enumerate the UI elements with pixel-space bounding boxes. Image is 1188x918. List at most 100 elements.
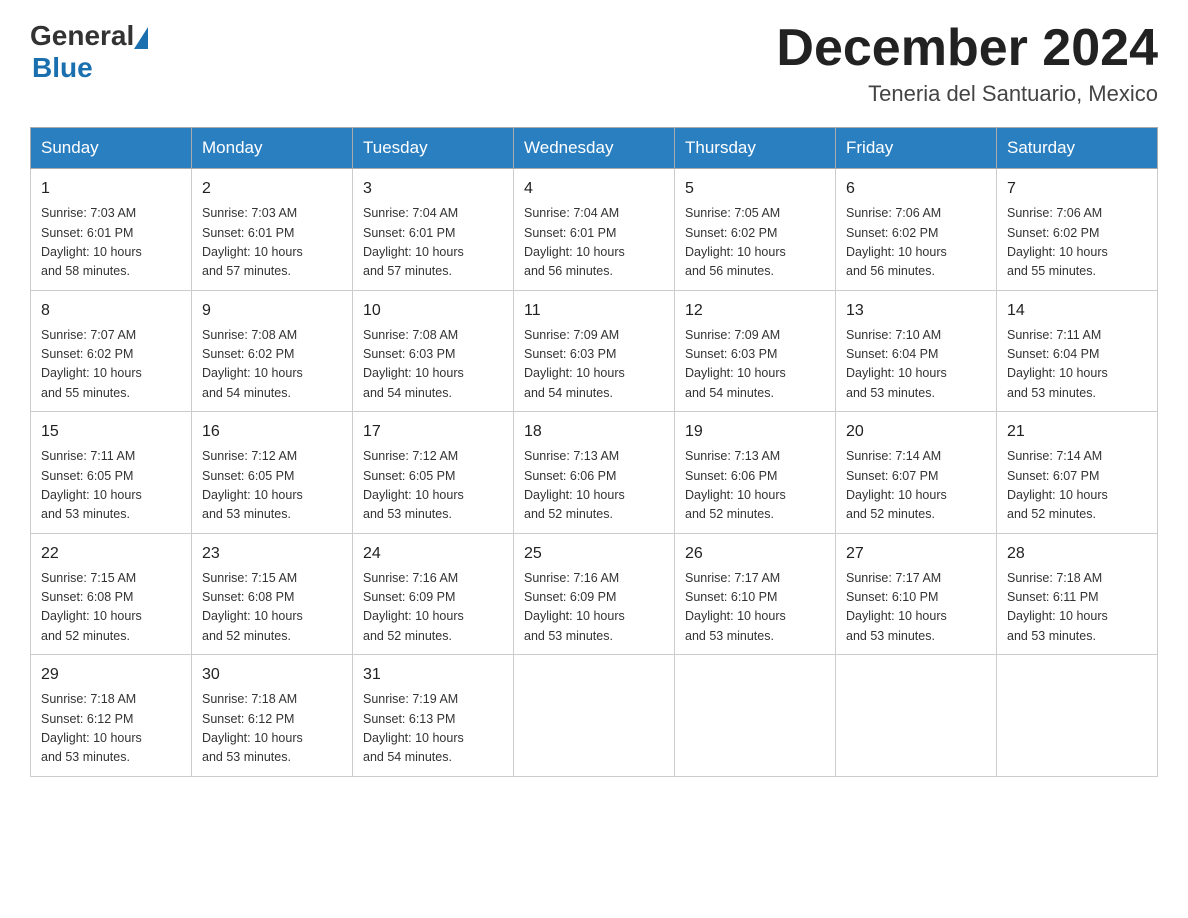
day-number: 11	[524, 299, 664, 323]
calendar-cell: 12 Sunrise: 7:09 AM Sunset: 6:03 PM Dayli…	[675, 290, 836, 412]
day-info: Sunrise: 7:12 AM Sunset: 6:05 PM Dayligh…	[202, 447, 342, 525]
calendar-cell: 28 Sunrise: 7:18 AM Sunset: 6:11 PM Dayli…	[997, 533, 1158, 655]
calendar-cell: 30 Sunrise: 7:18 AM Sunset: 6:12 PM Dayli…	[192, 655, 353, 777]
day-info: Sunrise: 7:06 AM Sunset: 6:02 PM Dayligh…	[1007, 204, 1147, 282]
day-number: 30	[202, 663, 342, 687]
weekday-header-monday: Monday	[192, 128, 353, 169]
weekday-header-tuesday: Tuesday	[353, 128, 514, 169]
day-number: 29	[41, 663, 181, 687]
calendar-cell: 31Sunrise: 7:19 AM Sunset: 6:13 PM Dayli…	[353, 655, 514, 777]
calendar-cell: 9 Sunrise: 7:08 AM Sunset: 6:02 PM Daylig…	[192, 290, 353, 412]
week-row-3: 15 Sunrise: 7:11 AM Sunset: 6:05 PM Dayli…	[31, 412, 1158, 534]
weekday-header-thursday: Thursday	[675, 128, 836, 169]
day-number: 12	[685, 299, 825, 323]
calendar-cell: 4Sunrise: 7:04 AM Sunset: 6:01 PM Daylig…	[514, 169, 675, 291]
calendar-cell: 2Sunrise: 7:03 AM Sunset: 6:01 PM Daylig…	[192, 169, 353, 291]
calendar-cell: 23 Sunrise: 7:15 AM Sunset: 6:08 PM Dayli…	[192, 533, 353, 655]
day-info: Sunrise: 7:09 AM Sunset: 6:03 PM Dayligh…	[685, 326, 825, 404]
week-row-4: 22Sunrise: 7:15 AM Sunset: 6:08 PM Dayli…	[31, 533, 1158, 655]
day-info: Sunrise: 7:18 AM Sunset: 6:11 PM Dayligh…	[1007, 569, 1147, 647]
day-number: 26	[685, 542, 825, 566]
logo-blue-text: Blue	[32, 52, 93, 84]
day-number: 6	[846, 177, 986, 201]
day-number: 21	[1007, 420, 1147, 444]
calendar-cell: 18Sunrise: 7:13 AM Sunset: 6:06 PM Dayli…	[514, 412, 675, 534]
weekday-header-saturday: Saturday	[997, 128, 1158, 169]
calendar-cell: 10Sunrise: 7:08 AM Sunset: 6:03 PM Dayli…	[353, 290, 514, 412]
day-info: Sunrise: 7:18 AM Sunset: 6:12 PM Dayligh…	[41, 690, 181, 768]
calendar-cell	[675, 655, 836, 777]
day-number: 28	[1007, 542, 1147, 566]
title-area: December 2024 Teneria del Santuario, Mex…	[776, 20, 1158, 107]
calendar-cell: 15 Sunrise: 7:11 AM Sunset: 6:05 PM Dayli…	[31, 412, 192, 534]
calendar-cell: 25 Sunrise: 7:16 AM Sunset: 6:09 PM Dayli…	[514, 533, 675, 655]
day-number: 25	[524, 542, 664, 566]
calendar-cell: 3Sunrise: 7:04 AM Sunset: 6:01 PM Daylig…	[353, 169, 514, 291]
day-info: Sunrise: 7:13 AM Sunset: 6:06 PM Dayligh…	[524, 447, 664, 525]
day-number: 16	[202, 420, 342, 444]
day-number: 5	[685, 177, 825, 201]
calendar-cell: 21 Sunrise: 7:14 AM Sunset: 6:07 PM Dayli…	[997, 412, 1158, 534]
day-number: 15	[41, 420, 181, 444]
day-info: Sunrise: 7:08 AM Sunset: 6:02 PM Dayligh…	[202, 326, 342, 404]
weekday-header-row: SundayMondayTuesdayWednesdayThursdayFrid…	[31, 128, 1158, 169]
calendar-cell: 19Sunrise: 7:13 AM Sunset: 6:06 PM Dayli…	[675, 412, 836, 534]
logo: General Blue	[30, 20, 148, 84]
calendar-cell: 1Sunrise: 7:03 AM Sunset: 6:01 PM Daylig…	[31, 169, 192, 291]
calendar-cell	[514, 655, 675, 777]
weekday-header-friday: Friday	[836, 128, 997, 169]
calendar-cell: 13 Sunrise: 7:10 AM Sunset: 6:04 PM Dayli…	[836, 290, 997, 412]
calendar-cell: 17Sunrise: 7:12 AM Sunset: 6:05 PM Dayli…	[353, 412, 514, 534]
calendar-cell: 26 Sunrise: 7:17 AM Sunset: 6:10 PM Dayli…	[675, 533, 836, 655]
calendar-cell: 22Sunrise: 7:15 AM Sunset: 6:08 PM Dayli…	[31, 533, 192, 655]
day-info: Sunrise: 7:14 AM Sunset: 6:07 PM Dayligh…	[1007, 447, 1147, 525]
weekday-header-wednesday: Wednesday	[514, 128, 675, 169]
day-info: Sunrise: 7:17 AM Sunset: 6:10 PM Dayligh…	[846, 569, 986, 647]
day-number: 27	[846, 542, 986, 566]
day-number: 7	[1007, 177, 1147, 201]
day-info: Sunrise: 7:15 AM Sunset: 6:08 PM Dayligh…	[202, 569, 342, 647]
calendar-cell: 27 Sunrise: 7:17 AM Sunset: 6:10 PM Dayli…	[836, 533, 997, 655]
week-row-5: 29 Sunrise: 7:18 AM Sunset: 6:12 PM Dayli…	[31, 655, 1158, 777]
day-info: Sunrise: 7:16 AM Sunset: 6:09 PM Dayligh…	[524, 569, 664, 647]
day-info: Sunrise: 7:04 AM Sunset: 6:01 PM Dayligh…	[363, 204, 503, 282]
day-number: 20	[846, 420, 986, 444]
day-info: Sunrise: 7:16 AM Sunset: 6:09 PM Dayligh…	[363, 569, 503, 647]
day-info: Sunrise: 7:11 AM Sunset: 6:05 PM Dayligh…	[41, 447, 181, 525]
page-header: General Blue December 2024 Teneria del S…	[30, 20, 1158, 107]
day-number: 19	[685, 420, 825, 444]
day-number: 4	[524, 177, 664, 201]
location-title: Teneria del Santuario, Mexico	[776, 81, 1158, 107]
calendar-cell	[997, 655, 1158, 777]
weekday-header-sunday: Sunday	[31, 128, 192, 169]
day-info: Sunrise: 7:18 AM Sunset: 6:12 PM Dayligh…	[202, 690, 342, 768]
day-info: Sunrise: 7:17 AM Sunset: 6:10 PM Dayligh…	[685, 569, 825, 647]
day-number: 17	[363, 420, 503, 444]
calendar-cell: 7 Sunrise: 7:06 AM Sunset: 6:02 PM Daylig…	[997, 169, 1158, 291]
calendar-table: SundayMondayTuesdayWednesdayThursdayFrid…	[30, 127, 1158, 777]
logo-triangle-icon	[134, 27, 148, 49]
day-number: 1	[41, 177, 181, 201]
calendar-cell: 5 Sunrise: 7:05 AM Sunset: 6:02 PM Daylig…	[675, 169, 836, 291]
day-info: Sunrise: 7:10 AM Sunset: 6:04 PM Dayligh…	[846, 326, 986, 404]
day-info: Sunrise: 7:11 AM Sunset: 6:04 PM Dayligh…	[1007, 326, 1147, 404]
day-number: 23	[202, 542, 342, 566]
day-info: Sunrise: 7:09 AM Sunset: 6:03 PM Dayligh…	[524, 326, 664, 404]
day-number: 24	[363, 542, 503, 566]
calendar-cell: 29 Sunrise: 7:18 AM Sunset: 6:12 PM Dayli…	[31, 655, 192, 777]
day-number: 10	[363, 299, 503, 323]
calendar-cell: 24 Sunrise: 7:16 AM Sunset: 6:09 PM Dayli…	[353, 533, 514, 655]
day-number: 9	[202, 299, 342, 323]
day-info: Sunrise: 7:19 AM Sunset: 6:13 PM Dayligh…	[363, 690, 503, 768]
day-number: 13	[846, 299, 986, 323]
week-row-2: 8Sunrise: 7:07 AM Sunset: 6:02 PM Daylig…	[31, 290, 1158, 412]
calendar-cell: 8Sunrise: 7:07 AM Sunset: 6:02 PM Daylig…	[31, 290, 192, 412]
day-number: 8	[41, 299, 181, 323]
month-title: December 2024	[776, 20, 1158, 77]
week-row-1: 1Sunrise: 7:03 AM Sunset: 6:01 PM Daylig…	[31, 169, 1158, 291]
day-info: Sunrise: 7:15 AM Sunset: 6:08 PM Dayligh…	[41, 569, 181, 647]
calendar-cell: 20 Sunrise: 7:14 AM Sunset: 6:07 PM Dayli…	[836, 412, 997, 534]
day-info: Sunrise: 7:14 AM Sunset: 6:07 PM Dayligh…	[846, 447, 986, 525]
day-info: Sunrise: 7:05 AM Sunset: 6:02 PM Dayligh…	[685, 204, 825, 282]
day-number: 2	[202, 177, 342, 201]
